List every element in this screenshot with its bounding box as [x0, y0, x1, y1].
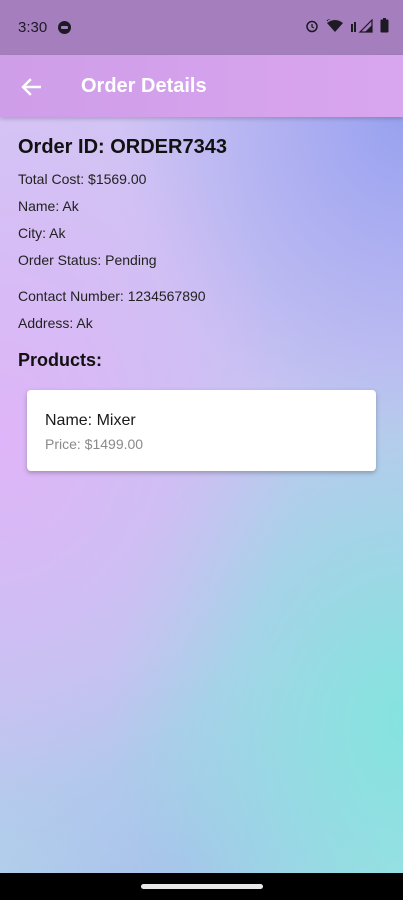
customer-name: Name: Ak	[18, 198, 79, 214]
app-bar: Order Details	[0, 55, 403, 117]
notification-icon	[58, 21, 71, 34]
alarm-icon	[306, 20, 318, 32]
status-time: 3:30	[18, 19, 48, 36]
home-indicator[interactable]	[141, 884, 263, 889]
arrow-back-icon	[21, 78, 41, 96]
status-icons	[305, 18, 389, 33]
status-bar: 3:30	[0, 0, 403, 55]
contact-number: Contact Number: 1234567890	[18, 288, 206, 304]
order-id: Order ID: ORDER7343	[18, 136, 227, 158]
total-cost: Total Cost: $1569.00	[18, 171, 147, 187]
back-button[interactable]	[14, 70, 48, 104]
screen: 3:30 Order Details Order ID: ORDER7343 T…	[0, 0, 403, 900]
battery-icon	[380, 18, 389, 33]
signal-icon	[351, 18, 373, 33]
product-card[interactable]: Name: Mixer Price: $1499.00	[27, 390, 376, 471]
product-name: Name: Mixer	[45, 412, 136, 429]
customer-address: Address: Ak	[18, 315, 93, 331]
page-title: Order Details	[81, 75, 207, 97]
products-heading: Products:	[18, 350, 103, 370]
navigation-bar	[0, 873, 403, 900]
order-status: Order Status: Pending	[18, 252, 157, 268]
product-price: Price: $1499.00	[45, 436, 144, 452]
wifi-icon	[326, 18, 343, 32]
customer-city: City: Ak	[18, 225, 66, 241]
